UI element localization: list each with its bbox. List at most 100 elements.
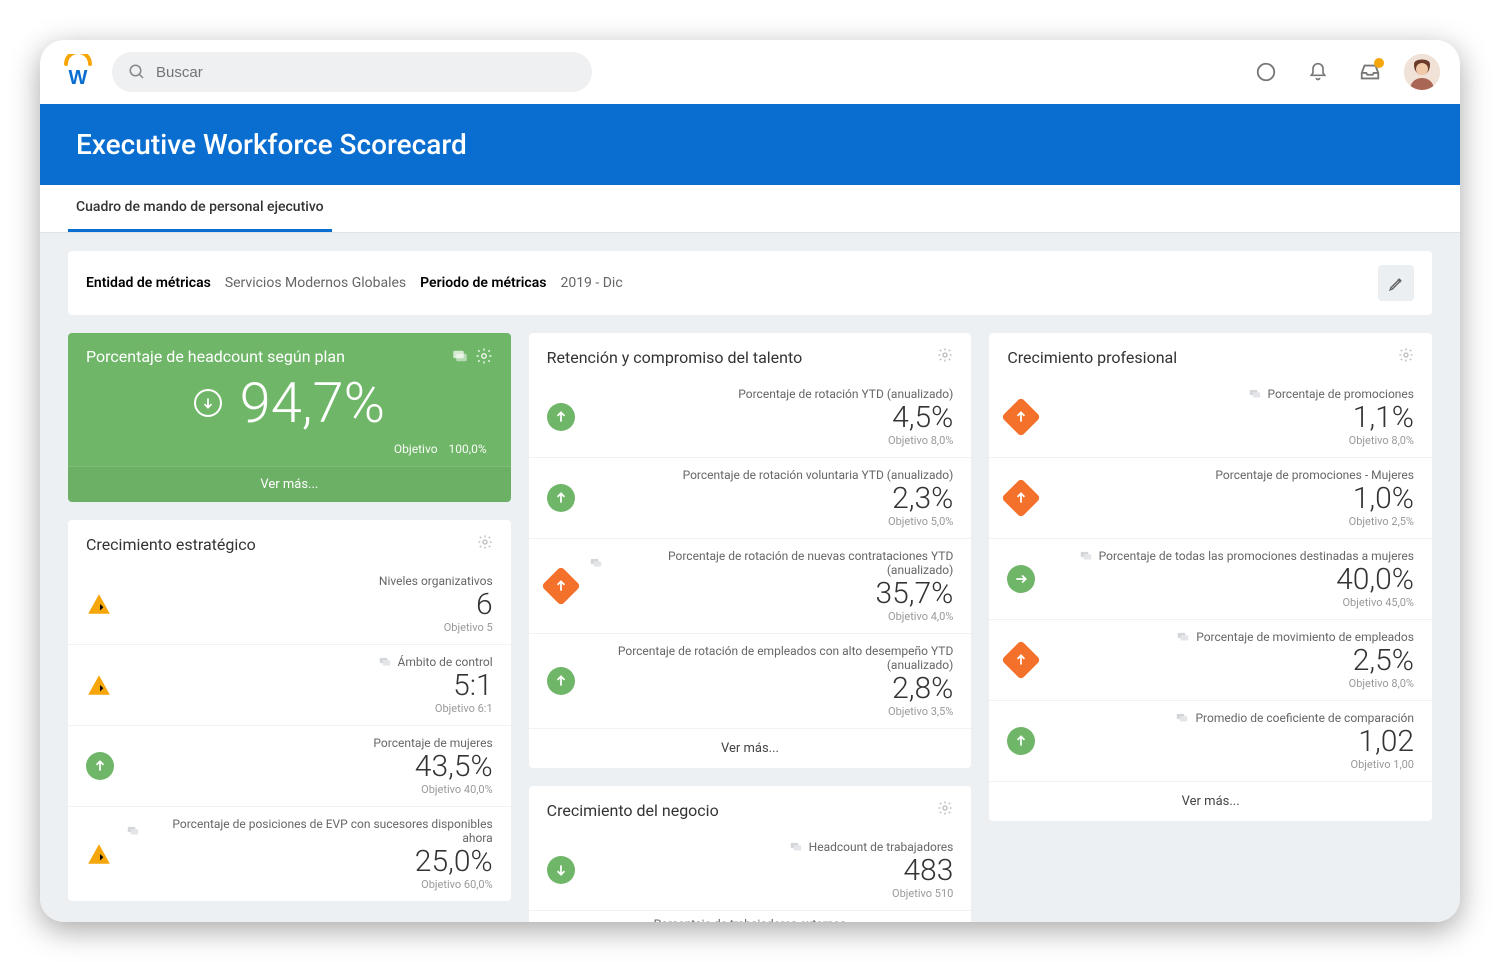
retention-card: Retención y compromiso del talento Porce… bbox=[529, 333, 972, 768]
status-warn-icon bbox=[86, 591, 112, 617]
metric-row[interactable]: Porcentaje de posiciones de EVP con suce… bbox=[68, 806, 511, 901]
avatar[interactable] bbox=[1404, 54, 1440, 90]
hero-value: 94,7% bbox=[240, 370, 385, 436]
comment-icon[interactable] bbox=[451, 347, 469, 365]
metric-objective: Objetivo 8,0% bbox=[1049, 677, 1414, 690]
metric-label: Porcentaje de movimiento de empleados bbox=[1196, 630, 1414, 644]
tab-scorecard[interactable]: Cuadro de mando de personal ejecutivo bbox=[68, 185, 332, 232]
status-warn-icon bbox=[86, 672, 112, 698]
metric-label: Ámbito de control bbox=[398, 655, 493, 669]
metric-label: Porcentaje de posiciones de EVP con suce… bbox=[146, 817, 493, 845]
inbox-badge bbox=[1374, 58, 1384, 68]
topbar: W bbox=[40, 40, 1460, 104]
status-warn-icon bbox=[86, 841, 112, 867]
metric-value: 1,1% bbox=[1049, 401, 1414, 434]
metric-label: Porcentaje de promociones - Mujeres bbox=[1215, 468, 1414, 482]
metric-objective: Objetivo 1,00 bbox=[1049, 758, 1414, 771]
strategic-title: Crecimiento estratégico bbox=[86, 535, 256, 554]
status-good-icon bbox=[547, 484, 575, 512]
gear-icon[interactable] bbox=[1398, 347, 1414, 367]
metric-value: 2,8% bbox=[589, 672, 954, 705]
gear-icon[interactable] bbox=[475, 347, 493, 365]
professional-title: Crecimiento profesional bbox=[1007, 348, 1177, 367]
page-title: Executive Workforce Scorecard bbox=[76, 128, 1424, 161]
metric-row[interactable]: Porcentaje de rotación de nuevas contrat… bbox=[529, 538, 972, 633]
metric-value: 4,5% bbox=[589, 401, 954, 434]
business-extra-label: Porcentaje de trabajadores externos bbox=[654, 917, 847, 922]
metric-row[interactable]: Niveles organizativos6Objetivo 5 bbox=[68, 564, 511, 644]
comment-icon bbox=[126, 824, 140, 838]
gear-icon[interactable] bbox=[937, 800, 953, 820]
metric-value: 6 bbox=[126, 588, 493, 621]
metric-label: Headcount de trabajadores bbox=[809, 840, 954, 854]
metric-objective: Objetivo 45,0% bbox=[1049, 596, 1414, 609]
status-bad-icon bbox=[1002, 478, 1042, 518]
status-bad-icon bbox=[541, 566, 581, 606]
retention-more-link[interactable]: Ver más... bbox=[529, 728, 972, 768]
metric-label: Niveles organizativos bbox=[379, 574, 493, 588]
metric-row[interactable]: Ámbito de control5:1Objetivo 6:1 bbox=[68, 644, 511, 725]
metric-value: 43,5% bbox=[128, 750, 493, 783]
metric-label: Promedio de coeficiente de comparación bbox=[1195, 711, 1414, 725]
status-good-icon bbox=[1007, 727, 1035, 755]
metric-row[interactable]: Porcentaje de rotación de empleados con … bbox=[529, 633, 972, 728]
professional-more-link[interactable]: Ver más... bbox=[989, 781, 1432, 821]
comment-icon bbox=[589, 556, 603, 570]
professional-card: Crecimiento profesional Porcentaje de pr… bbox=[989, 333, 1432, 821]
status-good-icon bbox=[547, 856, 575, 884]
period-value: 2019 - Dic bbox=[560, 275, 622, 291]
metric-label: Porcentaje de todas las promociones dest… bbox=[1099, 549, 1414, 563]
comment-icon bbox=[1248, 387, 1262, 401]
metric-value: 483 bbox=[589, 854, 954, 887]
entity-label: Entidad de métricas bbox=[86, 275, 211, 291]
metric-value: 40,0% bbox=[1049, 563, 1414, 596]
status-good-icon bbox=[547, 667, 575, 695]
metric-objective: Objetivo 60,0% bbox=[126, 878, 493, 891]
search-icon bbox=[128, 63, 146, 81]
metric-label: Porcentaje de promociones bbox=[1268, 387, 1414, 401]
metric-objective: Objetivo 3,5% bbox=[589, 705, 954, 718]
pencil-icon bbox=[1388, 275, 1405, 292]
metric-value: 1,0% bbox=[1049, 482, 1414, 515]
entity-value: Servicios Modernos Globales bbox=[225, 275, 406, 291]
gear-icon[interactable] bbox=[937, 347, 953, 367]
metric-value: 1,02 bbox=[1049, 725, 1414, 758]
metric-row[interactable]: Promedio de coeficiente de comparación1,… bbox=[989, 700, 1432, 781]
metric-objective: Objetivo 5,0% bbox=[589, 515, 954, 528]
svg-text:W: W bbox=[69, 67, 88, 89]
metric-objective: Objetivo 8,0% bbox=[1049, 434, 1414, 447]
workday-logo[interactable]: W bbox=[60, 54, 96, 90]
metric-value: 2,5% bbox=[1049, 644, 1414, 677]
metric-row[interactable]: Porcentaje de promociones1,1%Objetivo 8,… bbox=[989, 377, 1432, 457]
app-window: W Executive Workforce Scorecard bbox=[40, 40, 1460, 922]
comment-icon bbox=[789, 840, 803, 854]
metric-objective: Objetivo 8,0% bbox=[589, 434, 954, 447]
metric-row[interactable]: Porcentaje de promociones - Mujeres1,0%O… bbox=[989, 457, 1432, 538]
metric-objective: Objetivo 510 bbox=[589, 887, 954, 900]
comment-icon bbox=[378, 655, 392, 669]
edit-button[interactable] bbox=[1378, 265, 1414, 301]
metric-row[interactable]: Porcentaje de movimiento de empleados2,5… bbox=[989, 619, 1432, 700]
retention-title: Retención y compromiso del talento bbox=[547, 348, 803, 367]
notifications-icon[interactable] bbox=[1300, 54, 1336, 90]
hero-more-link[interactable]: Ver más... bbox=[68, 466, 511, 502]
metric-label: Porcentaje de rotación de empleados con … bbox=[589, 644, 954, 672]
metric-row[interactable]: Porcentaje de rotación YTD (anualizado)4… bbox=[529, 377, 972, 457]
search-bar[interactable] bbox=[112, 52, 592, 92]
metric-label: Porcentaje de rotación voluntaria YTD (a… bbox=[683, 468, 954, 482]
arrow-down-icon bbox=[194, 389, 222, 417]
status-bad-icon bbox=[1002, 397, 1042, 437]
metric-row[interactable]: Porcentaje de mujeres43,5%Objetivo 40,0% bbox=[68, 725, 511, 806]
business-title: Crecimiento del negocio bbox=[547, 801, 719, 820]
chat-icon[interactable] bbox=[1248, 54, 1284, 90]
inbox-icon[interactable] bbox=[1352, 54, 1388, 90]
metric-objective: Objetivo 4,0% bbox=[589, 610, 954, 623]
metric-row[interactable]: Porcentaje de todas las promociones dest… bbox=[989, 538, 1432, 619]
metric-row[interactable]: Porcentaje de rotación voluntaria YTD (a… bbox=[529, 457, 972, 538]
metric-value: 2,3% bbox=[589, 482, 954, 515]
metric-row[interactable]: Headcount de trabajadores483Objetivo 510 bbox=[529, 830, 972, 910]
search-input[interactable] bbox=[156, 64, 576, 81]
strategic-card: Crecimiento estratégico Niveles organiza… bbox=[68, 520, 511, 901]
metric-objective: Objetivo 6:1 bbox=[126, 702, 493, 715]
gear-icon[interactable] bbox=[477, 534, 493, 554]
